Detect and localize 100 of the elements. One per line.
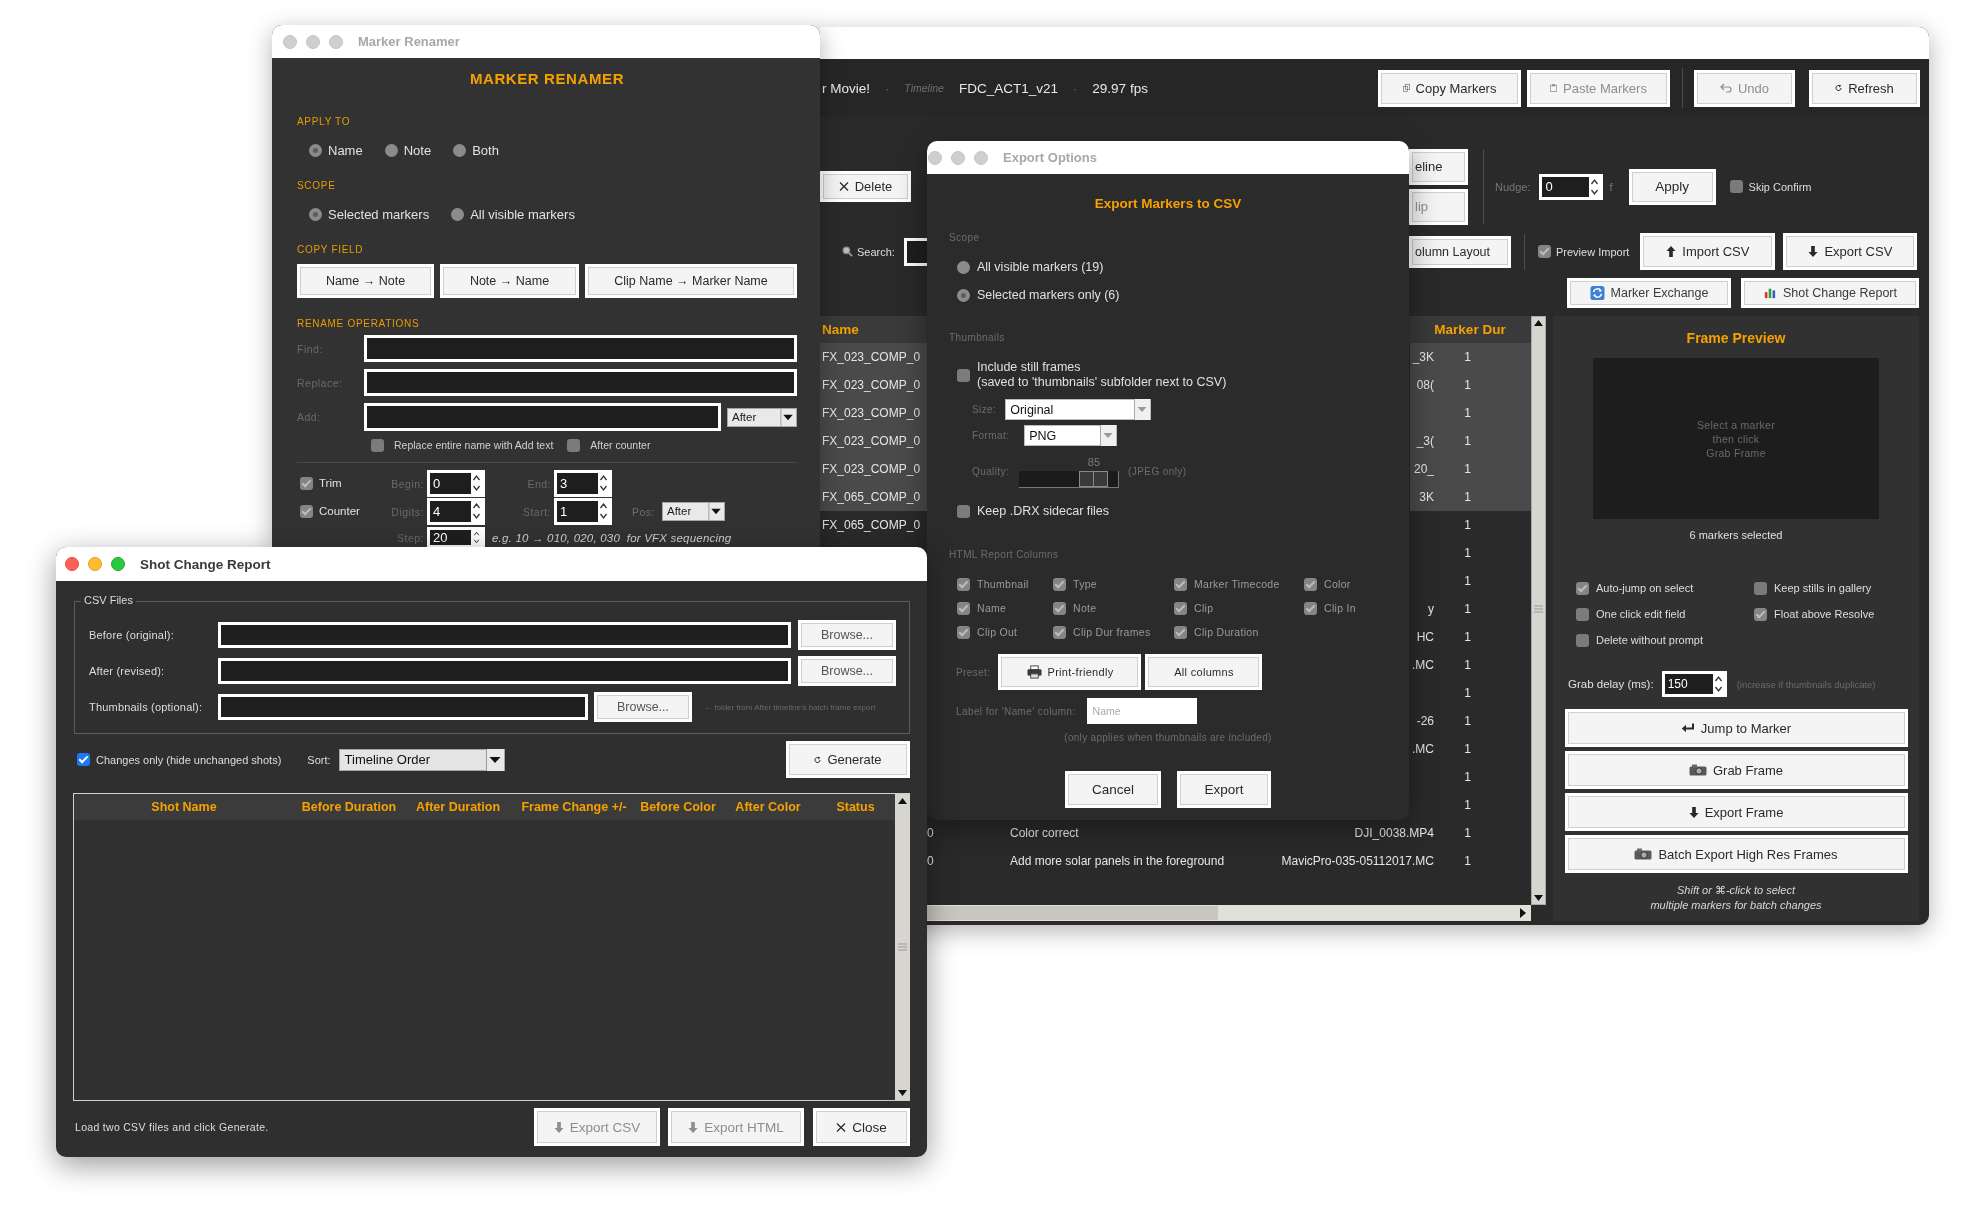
column-header[interactable]: Frame Change +/- bbox=[512, 800, 636, 814]
file-path-field[interactable] bbox=[218, 694, 588, 720]
column-checkbox[interactable] bbox=[957, 577, 970, 591]
marker-exchange-button[interactable]: Marker Exchange bbox=[1567, 278, 1731, 308]
close-button[interactable] bbox=[65, 557, 79, 571]
batch-export-button[interactable]: Batch Export High Res Frames bbox=[1564, 835, 1908, 873]
add-field[interactable] bbox=[364, 403, 721, 431]
vertical-scrollbar[interactable] bbox=[895, 794, 910, 1100]
file-path-field[interactable] bbox=[218, 622, 791, 648]
name-label-field[interactable]: Name bbox=[1086, 698, 1197, 724]
all-columns-button[interactable]: All columns bbox=[1145, 654, 1263, 690]
close-dialog-button[interactable]: Close bbox=[813, 1108, 910, 1146]
column-checkbox[interactable] bbox=[1053, 625, 1066, 639]
column-header[interactable]: Before Color bbox=[636, 800, 720, 814]
radio-button[interactable] bbox=[451, 207, 465, 221]
option-checkbox[interactable] bbox=[1576, 581, 1589, 595]
browse-button[interactable]: Browse... bbox=[798, 620, 896, 650]
keep-drx-checkbox[interactable] bbox=[957, 504, 970, 518]
preview-import-checkbox[interactable] bbox=[1538, 245, 1551, 258]
quality-slider[interactable] bbox=[1019, 471, 1120, 488]
delete-button[interactable]: Delete bbox=[820, 171, 911, 202]
step-field[interactable]: 20 bbox=[427, 527, 485, 548]
option-checkbox[interactable] bbox=[1754, 607, 1767, 621]
grab-frame-button[interactable]: Grab Frame bbox=[1564, 751, 1908, 789]
column-checkbox[interactable] bbox=[1053, 601, 1066, 615]
column-layout-button[interactable]: olumn Layout bbox=[1409, 235, 1511, 268]
option-checkbox[interactable] bbox=[1576, 607, 1589, 621]
browse-button[interactable]: Browse... bbox=[594, 692, 692, 722]
nudge-field[interactable]: 0 bbox=[1539, 173, 1604, 200]
copy-field-button[interactable]: Clip Name → Marker Name bbox=[585, 264, 797, 298]
column-header[interactable]: Status bbox=[816, 800, 895, 814]
stepper-icon[interactable] bbox=[598, 473, 609, 493]
column-checkbox[interactable] bbox=[1304, 601, 1317, 615]
option-checkbox[interactable] bbox=[1754, 581, 1767, 595]
changes-only-checkbox[interactable] bbox=[77, 753, 90, 766]
apply-button[interactable]: Apply bbox=[1628, 168, 1716, 205]
toolbar-button[interactable]: eline bbox=[1409, 148, 1468, 185]
column-header[interactable]: Name bbox=[820, 322, 927, 337]
column-header[interactable]: Before Duration bbox=[294, 800, 404, 814]
radio-button[interactable] bbox=[309, 207, 322, 221]
column-header[interactable]: After Duration bbox=[404, 800, 512, 814]
after-counter-checkbox[interactable] bbox=[567, 438, 581, 452]
skip-confirm-checkbox[interactable] bbox=[1729, 180, 1743, 193]
file-path-field[interactable] bbox=[218, 658, 791, 684]
size-dropdown[interactable]: Original bbox=[1005, 399, 1152, 420]
radio-button[interactable] bbox=[957, 288, 970, 302]
column-checkbox[interactable] bbox=[1174, 601, 1187, 615]
begin-field[interactable]: 0 bbox=[427, 469, 485, 497]
import-csv-button[interactable]: Import CSV bbox=[1640, 233, 1776, 270]
export-button[interactable]: Export bbox=[1177, 771, 1271, 808]
column-checkbox[interactable] bbox=[1304, 577, 1317, 591]
export-frame-button[interactable]: Export Frame bbox=[1564, 793, 1908, 831]
radio-button[interactable] bbox=[957, 260, 970, 274]
column-checkbox[interactable] bbox=[957, 625, 970, 639]
zoom-button[interactable] bbox=[111, 557, 125, 571]
radio-button[interactable] bbox=[453, 143, 467, 157]
horizontal-scrollbar[interactable] bbox=[927, 905, 1531, 921]
search-field[interactable] bbox=[904, 237, 927, 266]
position-dropdown[interactable]: After bbox=[727, 407, 797, 427]
radio-button[interactable] bbox=[384, 143, 398, 157]
radio-button[interactable] bbox=[309, 143, 322, 157]
end-field[interactable]: 3 bbox=[554, 469, 612, 497]
column-header[interactable]: Marker Dur bbox=[1434, 322, 1531, 337]
column-checkbox[interactable] bbox=[957, 601, 970, 615]
stepper-icon[interactable] bbox=[598, 501, 609, 521]
slider-thumb[interactable] bbox=[1079, 471, 1109, 487]
option-checkbox[interactable] bbox=[1576, 633, 1589, 647]
column-checkbox[interactable] bbox=[1174, 577, 1187, 591]
shot-change-report-button[interactable]: Shot Change Report bbox=[1741, 278, 1919, 308]
column-checkbox[interactable] bbox=[1053, 577, 1066, 591]
copy-markers-button[interactable]: Copy Markers bbox=[1378, 69, 1521, 107]
copy-field-button[interactable]: Note → Name bbox=[440, 264, 579, 298]
stepper-icon[interactable] bbox=[471, 530, 482, 545]
start-field[interactable]: 1 bbox=[554, 497, 612, 525]
grab-delay-field[interactable]: 150 bbox=[1661, 671, 1727, 697]
stepper-icon[interactable] bbox=[471, 473, 482, 493]
include-frames-checkbox[interactable] bbox=[957, 368, 970, 382]
refresh-button[interactable]: Refresh bbox=[1809, 69, 1920, 107]
browse-button[interactable]: Browse... bbox=[798, 656, 896, 686]
export-csv-button[interactable]: Export CSV bbox=[1783, 233, 1918, 270]
column-checkbox[interactable] bbox=[1174, 625, 1187, 639]
trim-checkbox[interactable] bbox=[300, 476, 313, 490]
column-header[interactable]: After Color bbox=[720, 800, 816, 814]
jump-to-marker-button[interactable]: Jump to Marker bbox=[1564, 709, 1908, 747]
position-dropdown[interactable]: After bbox=[662, 501, 725, 521]
generate-button[interactable]: Generate bbox=[786, 741, 910, 778]
stepper-icon[interactable] bbox=[1712, 674, 1724, 694]
vertical-scrollbar[interactable] bbox=[1531, 316, 1546, 905]
find-field[interactable] bbox=[364, 335, 797, 362]
stepper-icon[interactable] bbox=[471, 501, 482, 521]
digits-field[interactable]: 4 bbox=[427, 497, 485, 525]
stepper-icon[interactable] bbox=[1589, 176, 1601, 197]
replace-entire-checkbox[interactable] bbox=[371, 438, 384, 452]
column-header[interactable]: Shot Name bbox=[74, 800, 294, 814]
format-dropdown[interactable]: PNG bbox=[1024, 425, 1118, 446]
replace-field[interactable] bbox=[364, 369, 797, 396]
copy-field-button[interactable]: Name → Note bbox=[297, 264, 434, 298]
counter-checkbox[interactable] bbox=[300, 504, 313, 518]
cancel-button[interactable]: Cancel bbox=[1065, 771, 1161, 808]
print-friendly-button[interactable]: Print-friendly bbox=[998, 654, 1142, 690]
